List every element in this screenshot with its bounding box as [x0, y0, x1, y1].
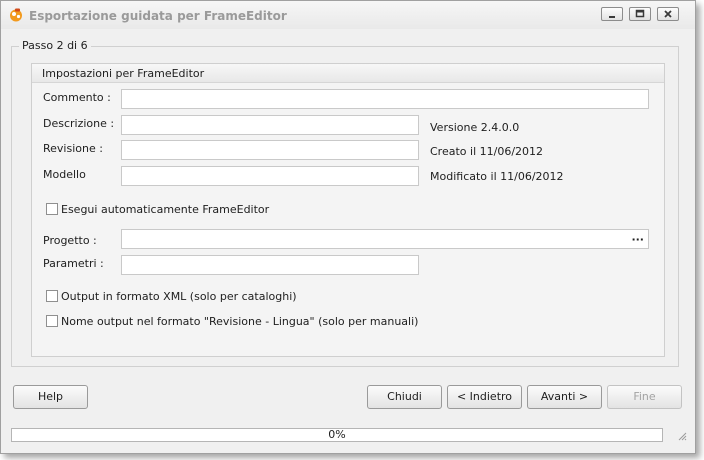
modified-text: Modificato il 11/06/2012: [430, 170, 564, 183]
modello-field[interactable]: [121, 166, 419, 186]
parametri-label: Parametri :: [43, 257, 104, 270]
descrizione-field[interactable]: [121, 115, 419, 135]
progetto-field[interactable]: ···: [121, 229, 649, 249]
xml-output-label[interactable]: Output in formato XML (solo per catalogh…: [61, 290, 297, 303]
auto-run-label[interactable]: Esegui automaticamente FrameEditor: [61, 203, 269, 216]
minimize-button[interactable]: [601, 7, 623, 21]
progetto-label: Progetto :: [43, 234, 97, 247]
close-button[interactable]: Chiudi: [367, 385, 442, 409]
title-bar: Esportazione guidata per FrameEditor: [1, 1, 695, 29]
back-button[interactable]: < Indietro: [447, 385, 522, 409]
version-text: Versione 2.4.0.0: [430, 121, 520, 134]
descrizione-label: Descrizione :: [43, 117, 115, 130]
browse-button[interactable]: ···: [631, 233, 644, 246]
xml-output-checkbox[interactable]: [46, 290, 58, 302]
maximize-button[interactable]: [629, 7, 651, 21]
auto-run-checkbox[interactable]: [46, 203, 58, 215]
revisione-field[interactable]: [121, 140, 419, 160]
close-icon: [664, 10, 672, 18]
maximize-icon: [635, 9, 645, 18]
close-window-button[interactable]: [657, 7, 679, 21]
parametri-field[interactable]: [121, 255, 419, 275]
minimize-icon: [609, 16, 615, 18]
app-icon: [10, 8, 22, 22]
created-text: Creato il 11/06/2012: [430, 145, 544, 158]
help-button[interactable]: Help: [13, 385, 88, 409]
step-indicator: Passo 2 di 6: [19, 39, 91, 52]
revisione-label: Revisione :: [43, 142, 103, 155]
settings-group-title: Impostazioni per FrameEditor: [42, 67, 205, 80]
settings-group: Impostazioni per FrameEditor Commento : …: [31, 63, 665, 357]
wizard-window: Esportazione guidata per FrameEditor Pas…: [0, 0, 696, 454]
commento-field[interactable]: [121, 89, 649, 109]
progress-bar: 0%: [11, 428, 663, 442]
resize-grip-icon[interactable]: [677, 431, 687, 441]
name-output-checkbox[interactable]: [46, 315, 58, 327]
progress-label: 0%: [328, 428, 346, 441]
next-button[interactable]: Avanti >: [527, 385, 602, 409]
settings-group-header: Impostazioni per FrameEditor: [32, 64, 664, 83]
modello-label: Modello: [43, 168, 86, 181]
finish-button[interactable]: Fine: [607, 385, 682, 409]
commento-label: Commento :: [43, 91, 111, 104]
window-title: Esportazione guidata per FrameEditor: [29, 9, 287, 23]
name-output-label[interactable]: Nome output nel formato "Revisione - Lin…: [61, 315, 418, 328]
